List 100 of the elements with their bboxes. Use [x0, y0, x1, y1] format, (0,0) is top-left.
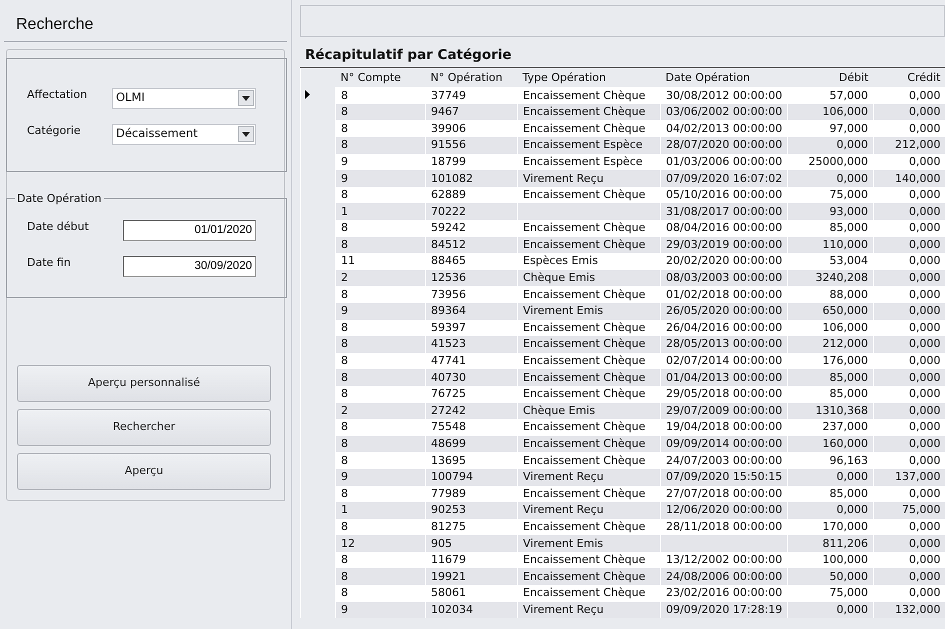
- action-button[interactable]: Aperçu: [17, 453, 271, 490]
- table-cell: 1: [336, 203, 426, 220]
- table-cell: Virement Reçu: [518, 170, 660, 187]
- table-row[interactable]: 1 90253 Virement Reçu 12/06/2020 00:00:00 0,000 75,000: [300, 502, 945, 519]
- table-cell: 0,000: [874, 236, 945, 254]
- field-label: Date fin: [27, 254, 72, 271]
- column-header[interactable]: Débit: [788, 68, 874, 88]
- table-cell: 0,000: [874, 104, 945, 120]
- table-cell: 03/06/2002 00:00:00: [660, 104, 788, 120]
- table-row[interactable]: 8 41523 Encaissement Chèque 28/05/2013 00:00:00 212,000 0,000: [300, 336, 945, 353]
- table-cell: 0,000: [874, 302, 945, 320]
- table-cell: 160,000: [788, 436, 874, 452]
- table-cell: 106,000: [788, 104, 874, 120]
- table-cell: 212,000: [788, 336, 874, 353]
- table-cell: Virement Reçu: [518, 602, 660, 618]
- table-cell: Chèque Emis: [518, 270, 660, 286]
- date-field[interactable]: 30/09/2020: [123, 256, 256, 276]
- table-row[interactable]: 8 91556 Encaissement Espèce 28/07/2020 00:00:00 0,000 212,000: [300, 137, 945, 154]
- table-cell: 12/06/2020 00:00:00: [660, 502, 788, 519]
- table-cell: Encaissement Chèque: [518, 336, 660, 353]
- table-row[interactable]: 8 9467 Encaissement Chèque 03/06/2002 00:00:00 106,000 0,000: [300, 104, 945, 120]
- table-cell: 212,000: [874, 137, 945, 154]
- table-row[interactable]: 8 19921 Encaissement Chèque 24/08/2006 00:00:00 50,000 0,000: [300, 568, 945, 586]
- table-cell: 09/09/2014 00:00:00: [660, 436, 788, 452]
- table-cell: 19921: [426, 568, 518, 586]
- table-cell: 137,000: [874, 468, 945, 486]
- column-header[interactable]: Crédit: [874, 68, 945, 88]
- table-row[interactable]: 8 40730 Encaissement Chèque 01/04/2013 00:00:00 85,000 0,000: [300, 369, 945, 386]
- table-row[interactable]: 2 27242 Chèque Emis 29/07/2009 00:00:00 1310,368 0,000: [300, 402, 945, 420]
- panel-title: Recherche: [4, 5, 287, 42]
- date-field[interactable]: 01/01/2020: [123, 220, 256, 240]
- table-cell: Encaissement Chèque: [518, 369, 660, 386]
- table-cell: 0,000: [874, 402, 945, 420]
- table-row[interactable]: 9 102034 Virement Reçu 09/09/2020 17:28:19 0,000 132,000: [300, 602, 945, 618]
- table-row[interactable]: 9 101082 Virement Reçu 07/09/2020 16:07:02 0,000 140,000: [300, 170, 945, 187]
- table-cell: 0,000: [874, 270, 945, 286]
- table-cell: Encaissement Chèque: [518, 104, 660, 120]
- table-cell: 101082: [426, 170, 518, 187]
- table-cell: 140,000: [874, 170, 945, 187]
- action-button[interactable]: Rechercher: [17, 409, 271, 446]
- table-cell: 24/08/2006 00:00:00: [660, 568, 788, 586]
- table-cell: 905: [426, 535, 518, 552]
- table-cell: 0,000: [788, 170, 874, 187]
- table-cell: 89364: [426, 302, 518, 320]
- field-label: Catégorie: [27, 122, 82, 139]
- column-header[interactable]: N° Opération: [426, 68, 518, 88]
- table-cell: Encaissement Chèque: [518, 568, 660, 586]
- table-cell: 9: [336, 468, 426, 486]
- table-row[interactable]: 9 100794 Virement Reçu 07/09/2020 15:50:15 0,000 137,000: [300, 468, 945, 486]
- table-row[interactable]: 12 905 Virement Emis 811,206 0,000: [300, 535, 945, 552]
- table-cell: 29/07/2009 00:00:00: [660, 402, 788, 420]
- table-cell: 100794: [426, 468, 518, 486]
- table-cell: 01/04/2013 00:00:00: [660, 369, 788, 386]
- table-cell: 8: [336, 137, 426, 154]
- table-cell: 110,000: [788, 236, 874, 254]
- table-row[interactable]: 2 12536 Chèque Emis 08/03/2003 00:00:00 3240,208 0,000: [300, 270, 945, 286]
- table-cell: 08/03/2003 00:00:00: [660, 270, 788, 286]
- table-cell: 2: [336, 402, 426, 420]
- table-cell: 132,000: [874, 602, 945, 618]
- dropdown-field[interactable]: OLMI: [112, 88, 256, 108]
- table-cell: 9467: [426, 104, 518, 120]
- table-cell: Virement Emis: [518, 535, 660, 552]
- table-cell: 1310,368: [788, 402, 874, 420]
- table-cell: 0,000: [874, 535, 945, 552]
- table-cell: 2: [336, 270, 426, 286]
- table-cell: 07/09/2020 16:07:02: [660, 170, 788, 187]
- table-cell: 0,000: [874, 568, 945, 586]
- table-cell: 85,000: [788, 369, 874, 386]
- table-cell: 0,000: [874, 369, 945, 386]
- table-cell: 3240,208: [788, 270, 874, 286]
- table-cell: 90253: [426, 502, 518, 519]
- table-cell: 102034: [426, 602, 518, 618]
- table-cell: 1: [336, 502, 426, 519]
- table-cell: 12: [336, 535, 426, 552]
- table-cell: Chèque Emis: [518, 402, 660, 420]
- table-cell: 28/07/2020 00:00:00: [660, 137, 788, 154]
- table-cell: Encaissement Chèque: [518, 436, 660, 452]
- table-cell: 29/03/2019 00:00:00: [660, 236, 788, 254]
- table-row[interactable]: 8 84512 Encaissement Chèque 29/03/2019 00:00:00 110,000 0,000: [300, 236, 945, 254]
- table-cell: Virement Reçu: [518, 502, 660, 519]
- table-cell: 9: [336, 302, 426, 320]
- table-cell: 12536: [426, 270, 518, 286]
- column-header[interactable]: Date Opération: [660, 68, 788, 88]
- table-cell: 8: [336, 236, 426, 254]
- table-row[interactable]: 9 89364 Virement Emis 26/05/2020 00:00:00 650,000 0,000: [300, 302, 945, 320]
- row-indicator-icon: [305, 90, 310, 99]
- table-cell: 75,000: [874, 502, 945, 519]
- table-row[interactable]: 8 48699 Encaissement Chèque 09/09/2014 00:00:00 160,000 0,000: [300, 436, 945, 452]
- action-button[interactable]: Aperçu personnalisé: [17, 365, 271, 402]
- table-cell: 26/05/2020 00:00:00: [660, 302, 788, 320]
- table-cell: 9: [336, 170, 426, 187]
- table-cell: Encaissement Chèque: [518, 236, 660, 254]
- column-header[interactable]: N° Compte: [336, 68, 426, 88]
- column-header[interactable]: Type Opération: [518, 68, 660, 88]
- table-cell: 93,000: [788, 203, 874, 220]
- table-title: Récapitulatif par Catégorie: [300, 43, 945, 68]
- dropdown-field[interactable]: Décaissement: [112, 124, 256, 144]
- table-cell: 91556: [426, 137, 518, 154]
- table-cell: 0,000: [788, 468, 874, 486]
- table-row[interactable]: 1 70222 31/08/2017 00:00:00 93,000 0,000: [300, 203, 945, 220]
